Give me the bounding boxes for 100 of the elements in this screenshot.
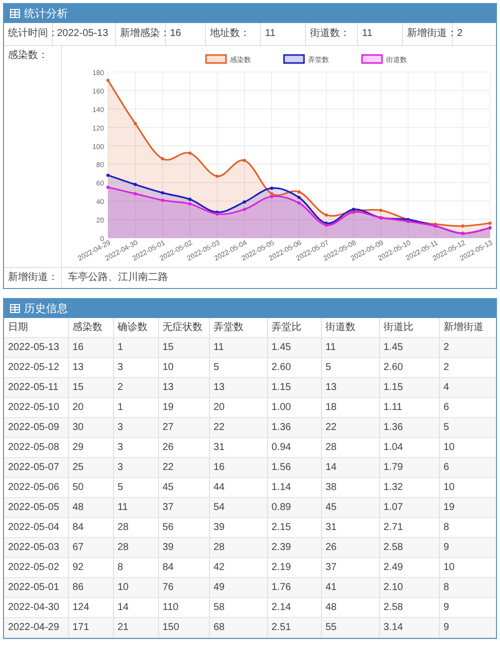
table-cell: 2.51: [267, 618, 321, 638]
data-point: [160, 157, 164, 160]
table-cell: 54: [209, 498, 267, 518]
table-cell: 171: [68, 618, 113, 638]
table-cell: 28: [113, 538, 158, 558]
table-cell: 16: [209, 458, 267, 478]
data-point: [461, 224, 464, 228]
summary-label: 街道数：: [306, 23, 358, 45]
table-cell: 1.15: [267, 378, 321, 398]
table-cell: 2022-05-13: [4, 338, 68, 358]
table-cell: 16: [68, 338, 113, 358]
table-cell: 22: [321, 418, 379, 438]
table-cell: 86: [68, 578, 113, 598]
table-cell: 6: [439, 458, 496, 478]
streets-label: 新增街道：: [4, 268, 62, 288]
table-cell: 30: [68, 418, 113, 438]
summary-label: 地址数：: [206, 23, 261, 45]
table-cell: 19: [439, 498, 496, 518]
table-cell: 11: [113, 498, 158, 518]
summary-value: 2: [456, 27, 464, 41]
table-cell: 28: [209, 538, 267, 558]
table-cell: 55: [321, 618, 379, 638]
table-cell: 45: [321, 498, 379, 518]
table-cell: 2022-05-07: [4, 458, 68, 478]
table-cell: 4: [439, 378, 496, 398]
table-cell: 13: [321, 378, 379, 398]
table-cell: 2: [439, 338, 496, 358]
table-cell: 11: [321, 338, 379, 358]
data-point: [160, 198, 164, 202]
table-cell: 2022-05-11: [4, 378, 68, 398]
summary-value: 16: [166, 23, 206, 45]
data-point: [379, 208, 382, 212]
table-cell: 25: [68, 458, 113, 478]
panel-title: 历史信息: [24, 302, 68, 314]
summary-label: 统计时间：: [4, 23, 53, 45]
table-cell: 48: [68, 498, 113, 518]
data-point: [297, 190, 301, 194]
table-cell: 2022-04-29: [4, 618, 68, 638]
data-point: [106, 78, 110, 82]
table-cell: 67: [68, 538, 113, 558]
table-cell: 39: [158, 538, 209, 558]
data-point: [134, 192, 137, 196]
data-point: [160, 191, 164, 194]
table-cell: 76: [158, 578, 209, 598]
table-cell: 10: [113, 578, 158, 598]
table-cell: 2022-05-05: [4, 498, 68, 518]
data-point: [242, 158, 246, 162]
table-cell: 3: [113, 418, 158, 438]
summary-label: 新增感染：: [116, 23, 166, 45]
table-cell: 1.07: [379, 498, 439, 518]
table-cell: 41: [321, 578, 379, 598]
table-cell: 37: [158, 498, 209, 518]
table-cell: 22: [158, 458, 209, 478]
table-cell: 2022-05-01: [4, 578, 68, 598]
data-point: [297, 196, 301, 200]
table-cell: 2022-05-03: [4, 538, 68, 558]
table-cell: 49: [209, 578, 267, 598]
table-cell: 2.58: [379, 538, 439, 558]
data-point: [242, 200, 246, 204]
table-icon: [10, 9, 20, 18]
table-cell: 9: [439, 538, 496, 558]
data-point: [106, 174, 110, 177]
table-cell: 15: [158, 338, 209, 358]
table-cell: 1.36: [267, 418, 321, 438]
table-cell: 21: [113, 618, 158, 638]
table-cell: 27: [158, 418, 209, 438]
data-point: [216, 174, 219, 178]
table-cell: 8: [439, 578, 496, 598]
table-cell: 26: [321, 538, 379, 558]
table-cell: 2.39: [267, 538, 321, 558]
table-cell: 68: [209, 618, 267, 638]
data-point: [134, 182, 137, 186]
table-cell: 1.79: [379, 458, 439, 478]
table-cell: 2: [113, 378, 158, 398]
data-point: [134, 122, 137, 126]
summary-value: 11: [261, 23, 306, 45]
table-cell: 1.45: [379, 338, 439, 358]
table-cell: 22: [209, 418, 267, 438]
table-cell: 9: [439, 618, 496, 638]
table-icon: [10, 304, 20, 313]
data-point: [188, 152, 192, 155]
table-cell: 2.10: [379, 578, 439, 598]
table-cell: 1.76: [267, 578, 321, 598]
chart-label: 感染数：: [4, 46, 62, 267]
data-point: [297, 201, 301, 205]
table-cell: 1: [113, 338, 158, 358]
table-cell: 13: [158, 378, 209, 398]
data-point: [270, 186, 274, 190]
table-cell: 1.45: [267, 338, 321, 358]
table-cell: 11: [209, 338, 267, 358]
table-cell: 3.14: [379, 618, 439, 638]
table-cell: 0.89: [267, 498, 321, 518]
table-cell: 15: [68, 378, 113, 398]
data-point: [324, 213, 328, 217]
table-cell: 1.15: [379, 378, 439, 398]
summary-label: 新增街道：: [403, 23, 453, 45]
summary-value: 11: [358, 23, 403, 45]
table-cell: 150: [158, 618, 209, 638]
table-cell: 3: [113, 458, 158, 478]
table-cell: 1.56: [267, 458, 321, 478]
